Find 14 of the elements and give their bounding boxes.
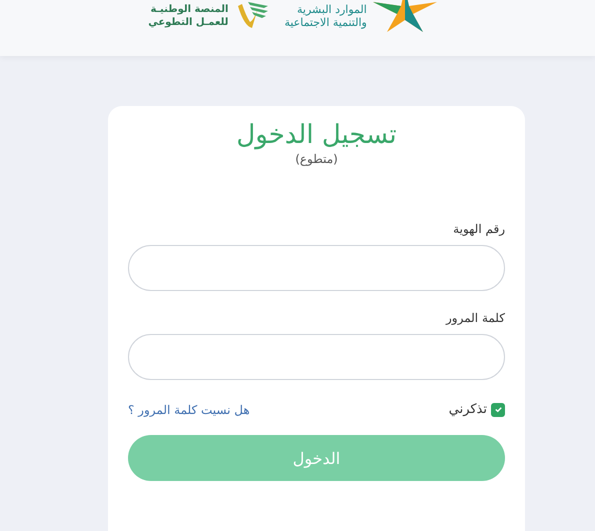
checkbox[interactable]	[491, 402, 505, 416]
login-title: تسجيل الدخول	[235, 120, 398, 150]
input-field[interactable]	[128, 334, 505, 380]
logo-text: المنصة الوطنيـة	[150, 3, 228, 16]
input-field[interactable]	[128, 245, 505, 291]
login-subtitle: (متطوع)	[294, 152, 339, 166]
logo-text: الموارد البشرية	[296, 3, 367, 16]
logo-text: للعمـل التطوعي	[148, 16, 228, 29]
remember-label: تذكرني	[448, 402, 487, 417]
logo-text: والتنمية الاجتماعية	[284, 16, 367, 29]
field-label: كلمة المرور	[444, 311, 505, 325]
check-icon	[494, 405, 502, 414]
field-label: رقم الهوية	[452, 222, 505, 236]
forgot-password-link[interactable]: هل نسيت كلمة المرور ؟	[128, 402, 250, 416]
